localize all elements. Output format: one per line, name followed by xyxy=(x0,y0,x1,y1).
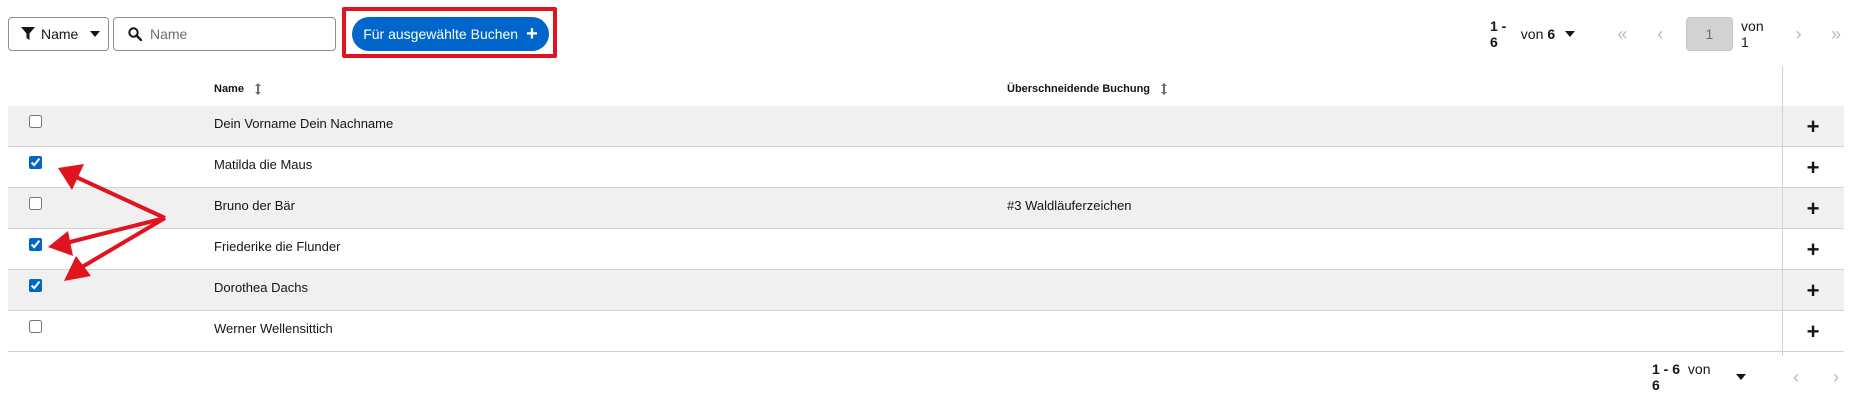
row-add-button[interactable]: + xyxy=(1796,153,1830,183)
row-add-button[interactable]: + xyxy=(1796,112,1830,142)
participants-table: Name Überschneidende Buchung Dein Vornam… xyxy=(8,66,1844,356)
toolbar: Name Für ausgewählte Buchen + 1 - 6 von … xyxy=(0,0,1850,66)
filter-attribute-label: Name xyxy=(41,26,79,42)
current-page-input[interactable]: 1 xyxy=(1685,17,1734,51)
next-page-icon[interactable]: › xyxy=(1822,360,1850,394)
book-selected-label: Für ausgewählte Buchen xyxy=(363,26,519,42)
range-label: 1 - 6 xyxy=(1652,361,1681,377)
row-name: Matilda die Maus xyxy=(214,157,313,172)
previous-page-icon[interactable]: ‹ xyxy=(1782,360,1810,394)
table-header: Name Überschneidende Buchung xyxy=(8,66,1844,106)
search-field[interactable] xyxy=(113,17,336,51)
sort-icon xyxy=(254,83,262,95)
row-name: Dein Vorname Dein Nachname xyxy=(214,116,394,131)
last-page-icon[interactable]: » xyxy=(1822,17,1850,51)
first-page-icon[interactable]: « xyxy=(1609,17,1637,51)
next-page-icon[interactable]: › xyxy=(1785,17,1813,51)
range-label: 1 - 6 xyxy=(1490,18,1507,50)
caret-down-icon[interactable] xyxy=(1736,374,1747,380)
per-page-toggle-bottom[interactable]: 1 - 6 von 6 xyxy=(1652,361,1726,393)
table-row: Werner Wellensittich + xyxy=(8,311,1844,352)
page-of-label: von 1 xyxy=(1741,18,1764,50)
previous-page-icon[interactable]: ‹ xyxy=(1646,17,1674,51)
filter-icon xyxy=(21,27,35,41)
pagination-top: 1 - 6 von 6 « ‹ 1 von 1 › » xyxy=(1490,17,1850,51)
search-input[interactable] xyxy=(150,26,330,42)
table-row: Dein Vorname Dein Nachname + xyxy=(8,106,1844,147)
row-add-button[interactable]: + xyxy=(1796,194,1830,224)
total-count: 6 xyxy=(1652,377,1660,393)
book-selected-button[interactable]: Für ausgewählte Buchen + xyxy=(352,17,549,51)
row-select-checkbox[interactable] xyxy=(29,279,42,292)
row-add-button[interactable]: + xyxy=(1796,276,1830,306)
row-select-checkbox[interactable] xyxy=(29,320,42,333)
row-name: Dorothea Dachs xyxy=(214,280,308,295)
row-select-checkbox[interactable] xyxy=(29,115,42,128)
actions-column-divider xyxy=(1782,66,1783,356)
per-page-toggle-top[interactable]: 1 - 6 von 6 xyxy=(1490,18,1576,50)
row-select-checkbox[interactable] xyxy=(29,156,42,169)
row-select-checkbox[interactable] xyxy=(29,238,42,251)
caret-down-icon xyxy=(1565,31,1576,37)
pagination-bottom: 1 - 6 von 6 ‹ › xyxy=(1652,360,1850,394)
table-row: Dorothea Dachs + xyxy=(8,270,1844,311)
plus-icon: + xyxy=(526,23,538,45)
range-of-label: von xyxy=(1520,26,1544,42)
caret-down-icon xyxy=(90,31,101,37)
total-count: 6 xyxy=(1547,26,1556,42)
row-add-button[interactable]: + xyxy=(1796,235,1830,265)
row-overlap: #3 Waldläuferzeichen xyxy=(1007,198,1132,213)
filter-attribute-select[interactable]: Name xyxy=(8,17,109,51)
row-select-checkbox[interactable] xyxy=(29,197,42,210)
search-icon xyxy=(128,27,142,41)
column-header-overlap[interactable]: Überschneidende Buchung xyxy=(1007,83,1168,95)
row-name: Bruno der Bär xyxy=(214,198,295,213)
table-row: Bruno der Bär #3 Waldläuferzeichen + xyxy=(8,188,1844,229)
row-name: Werner Wellensittich xyxy=(214,321,333,336)
sort-icon xyxy=(1160,83,1168,95)
range-of-label: von xyxy=(1687,361,1711,377)
table-row: Matilda die Maus + xyxy=(8,147,1844,188)
column-header-name[interactable]: Name xyxy=(214,83,262,95)
table-row: Friederike die Flunder + xyxy=(8,229,1844,270)
row-name: Friederike die Flunder xyxy=(214,239,341,254)
row-add-button[interactable]: + xyxy=(1796,317,1830,347)
